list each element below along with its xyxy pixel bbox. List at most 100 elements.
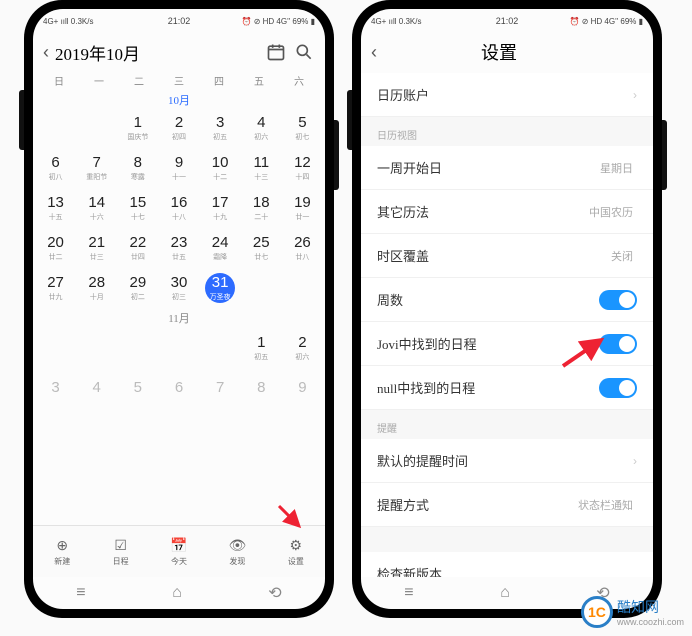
calendar-day[interactable]: 8寒露: [117, 148, 158, 188]
calendar-day[interactable]: 9: [282, 368, 323, 408]
row-label: 一周开始日: [377, 158, 600, 177]
day-number: 12: [294, 154, 311, 171]
calendar-day[interactable]: 23廿五: [158, 228, 199, 268]
day-number: 9: [175, 154, 183, 171]
calendar-day[interactable]: 5初七: [282, 108, 323, 148]
tab-schedule[interactable]: ☑ 日程: [91, 526, 149, 577]
nav-menu-icon[interactable]: ≡: [76, 584, 85, 602]
calendar-day[interactable]: 10十二: [200, 148, 241, 188]
calendar-day[interactable]: 15十七: [117, 188, 158, 228]
calendar-day[interactable]: 12十四: [282, 148, 323, 188]
calendar-day[interactable]: 9十一: [158, 148, 199, 188]
calendar-day[interactable]: 29初二: [117, 268, 158, 308]
tab-today[interactable]: 📅 今天: [150, 526, 208, 577]
search-icon[interactable]: [293, 41, 315, 63]
calendar-day[interactable]: 7: [200, 368, 241, 408]
nav-home-icon[interactable]: ⌂: [172, 584, 182, 602]
calendar-day[interactable]: 17十九: [200, 188, 241, 228]
jump-date-icon[interactable]: [265, 41, 287, 63]
calendar-day[interactable]: 6: [158, 368, 199, 408]
day-number: 29: [130, 274, 147, 291]
day-subtitle: 廿三: [90, 252, 104, 262]
day-number: 14: [88, 194, 105, 211]
day-number: 26: [294, 234, 311, 251]
tab-discover[interactable]: 👁 发现: [208, 526, 266, 577]
calendar-day[interactable]: 2初四: [158, 108, 199, 148]
day-number: 15: [130, 194, 147, 211]
row-alt-calendar[interactable]: 其它历法 中国农历: [361, 190, 653, 234]
back-icon[interactable]: ‹: [371, 42, 377, 63]
day-number: 31: [212, 274, 229, 291]
calendar-day: [76, 328, 117, 368]
calendar-day[interactable]: 20廿二: [35, 228, 76, 268]
calendar-day[interactable]: 6初八: [35, 148, 76, 188]
calendar-day[interactable]: 2初六: [282, 328, 323, 368]
nav-home-icon[interactable]: ⌂: [500, 584, 510, 602]
back-icon[interactable]: ‹: [43, 42, 49, 63]
calendar-day[interactable]: 22廿四: [117, 228, 158, 268]
row-default-reminder[interactable]: 默认的提醒时间 ›: [361, 439, 653, 483]
day-number: 13: [47, 194, 64, 211]
row-reminder-mode[interactable]: 提醒方式 状态栏通知: [361, 483, 653, 527]
calendar-day[interactable]: 21廿三: [76, 228, 117, 268]
calendar-day[interactable]: 18二十: [241, 188, 282, 228]
row-week-number[interactable]: 周数: [361, 278, 653, 322]
tab-settings[interactable]: ⚙ 设置: [267, 526, 325, 577]
calendar-day[interactable]: 16十八: [158, 188, 199, 228]
calendar-day[interactable]: 19廿一: [282, 188, 323, 228]
calendar-day[interactable]: 11十三: [241, 148, 282, 188]
day-number: 28: [88, 274, 105, 291]
settings-list: 日历账户 › 日历视图 一周开始日 星期日 其它历法 中国农历 时区覆盖 关闭: [361, 73, 653, 577]
calendar-title[interactable]: 2019年10月: [55, 40, 259, 65]
watermark-logo-icon: 1C: [581, 596, 613, 628]
row-timezone-override[interactable]: 时区覆盖 关闭: [361, 234, 653, 278]
tab-label: 今天: [171, 556, 187, 567]
calendar-day[interactable]: 4: [76, 368, 117, 408]
toggle-jovi-events[interactable]: [599, 334, 637, 354]
weekday-label: 六: [279, 73, 319, 88]
calendar-day[interactable]: 4初六: [241, 108, 282, 148]
calendar-day[interactable]: 26廿八: [282, 228, 323, 268]
calendar-day[interactable]: 7重阳节: [76, 148, 117, 188]
row-week-start[interactable]: 一周开始日 星期日: [361, 146, 653, 190]
calendar-day[interactable]: 30初三: [158, 268, 199, 308]
next-month-label: 11月: [33, 310, 325, 326]
status-bar: 4G+ ııll 0.3K/s 21:02 ⏰ ⊘ HD 4G'' 69% ▮: [33, 9, 325, 31]
row-label: 提醒方式: [377, 495, 578, 514]
calendar-day[interactable]: 25廿七: [241, 228, 282, 268]
phone-right: 4G+ ııll 0.3K/s 21:02 ⏰ ⊘ HD 4G'' 69% ▮ …: [352, 0, 662, 618]
calendar-day[interactable]: 13十五: [35, 188, 76, 228]
toggle-week-number[interactable]: [599, 290, 637, 310]
day-subtitle: 十二: [213, 172, 227, 182]
calendar-day[interactable]: 8: [241, 368, 282, 408]
row-label: 日历账户: [377, 85, 633, 104]
status-time: 21:02: [134, 16, 225, 26]
calendar-day[interactable]: 14十六: [76, 188, 117, 228]
day-subtitle: 廿二: [49, 252, 63, 262]
calendar-day[interactable]: 3初五: [200, 108, 241, 148]
day-number: 8: [257, 379, 265, 396]
row-label: Jovi中找到的日程: [377, 334, 599, 353]
calendar-day[interactable]: 3: [35, 368, 76, 408]
calendar-day[interactable]: 1国庆节: [117, 108, 158, 148]
calendar-day[interactable]: 27廿九: [35, 268, 76, 308]
day-number: 11: [253, 154, 269, 171]
calendar-day[interactable]: 28十月: [76, 268, 117, 308]
toggle-null-events[interactable]: [599, 378, 637, 398]
row-value: 中国农历: [589, 204, 633, 220]
calendar-day[interactable]: 1初五: [241, 328, 282, 368]
calendar-day[interactable]: 24霜降: [200, 228, 241, 268]
nav-back-icon[interactable]: ⟲: [268, 583, 281, 603]
row-null-events[interactable]: null中找到的日程: [361, 366, 653, 410]
calendar-grid-next[interactable]: 1初五2初六 3456789: [33, 328, 325, 408]
tab-new[interactable]: ⊕ 新建: [33, 526, 91, 577]
day-number: 20: [47, 234, 64, 251]
calendar-day[interactable]: 5: [117, 368, 158, 408]
row-calendar-accounts[interactable]: 日历账户 ›: [361, 73, 653, 117]
nav-menu-icon[interactable]: ≡: [404, 584, 413, 602]
watermark-url: www.coozhi.com: [617, 617, 684, 627]
calendar-day[interactable]: 31万圣夜: [200, 268, 241, 308]
calendar-grid[interactable]: 1国庆节2初四3初五4初六5初七6初八7重阳节8寒露9十一10十二11十三12十…: [33, 108, 325, 308]
row-check-update[interactable]: 检查新版本: [361, 552, 653, 577]
row-jovi-events[interactable]: Jovi中找到的日程: [361, 322, 653, 366]
